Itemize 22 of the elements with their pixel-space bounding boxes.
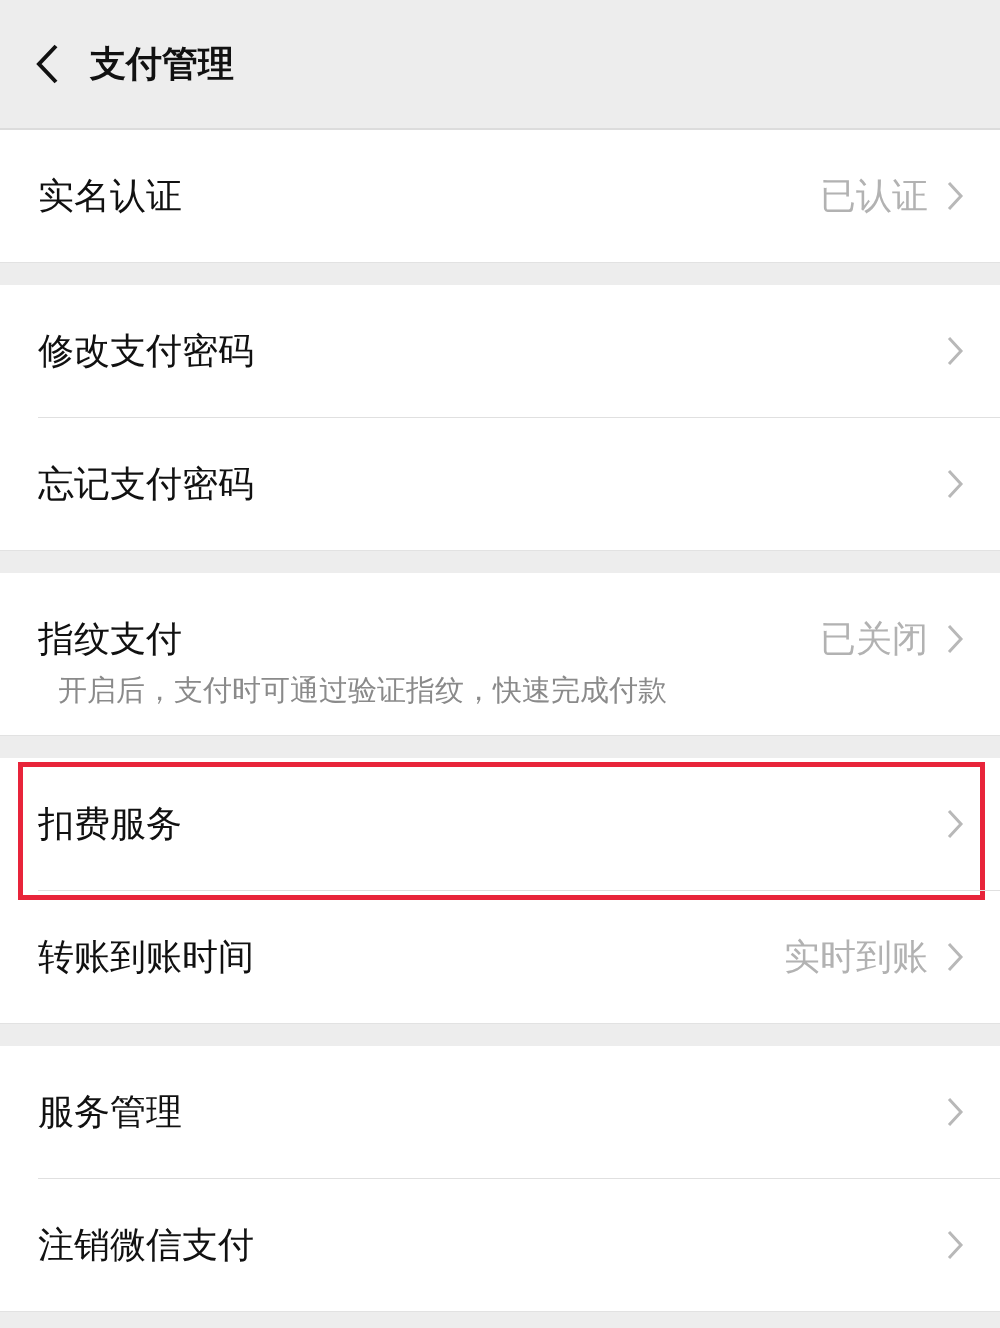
chevron-right-icon <box>946 335 964 367</box>
back-icon[interactable] <box>34 43 60 85</box>
chevron-right-icon <box>946 1229 964 1261</box>
setting-label[interactable]: 忘记支付密码 <box>38 459 946 509</box>
chevron-right-icon <box>946 468 964 500</box>
setting-note: 开启后，支付时可通过验证指纹，快速完成付款 <box>58 672 668 709</box>
setting-label[interactable]: 服务管理 <box>38 1087 946 1137</box>
chevron-right-icon <box>946 941 964 973</box>
setting-label[interactable]: 转账到账时间 <box>38 932 784 982</box>
page-title: 支付管理 <box>90 41 234 86</box>
chevron-right-icon <box>946 623 964 655</box>
chevron-right-icon <box>946 1096 964 1128</box>
chevron-right-icon <box>946 180 964 212</box>
chevron-right-icon <box>946 808 964 840</box>
setting-label[interactable]: 指纹支付 <box>38 614 820 664</box>
setting-label[interactable]: 注销微信支付 <box>38 1220 946 1270</box>
setting-value: 已认证 <box>820 173 928 218</box>
setting-label[interactable]: 扣费服务 <box>38 799 946 849</box>
setting-value: 实时到账 <box>784 934 928 979</box>
setting-value: 已关闭 <box>820 616 928 661</box>
setting-label[interactable]: 修改支付密码 <box>38 326 946 376</box>
setting-label[interactable]: 实名认证 <box>38 171 820 221</box>
